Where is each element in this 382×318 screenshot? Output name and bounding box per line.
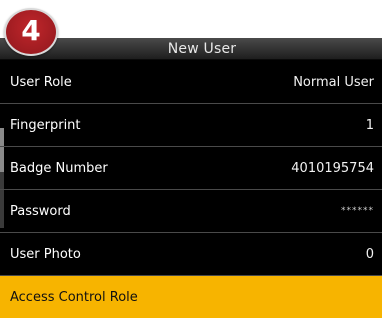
password-mask: ****** [341, 206, 374, 216]
step-number-badge: 4 [4, 8, 58, 56]
menu-item-label: Fingerprint [10, 117, 81, 133]
title-bar: New User [0, 38, 382, 60]
menu-item-value: 4010195754 [291, 160, 374, 176]
menu-item-value: 1 [365, 117, 374, 133]
menu-item-label: Badge Number [10, 160, 108, 176]
device-screen: New User User Role Normal User Fingerpri… [0, 38, 382, 318]
menu-item-badge-number[interactable]: Badge Number 4010195754 [0, 147, 382, 190]
menu-item-fingerprint[interactable]: Fingerprint 1 [0, 104, 382, 147]
menu-item-value: Normal User [293, 74, 374, 90]
menu-item-label: User Role [10, 74, 72, 90]
menu-item-user-photo[interactable]: User Photo 0 [0, 233, 382, 276]
window-title: New User [167, 40, 237, 57]
menu-item-access-control-role[interactable]: Access Control Role [0, 276, 382, 318]
menu-item-label: Password [10, 203, 71, 219]
step-number: 4 [21, 14, 41, 47]
menu-item-value: 0 [365, 246, 374, 262]
menu-item-user-role[interactable]: User Role Normal User [0, 61, 382, 104]
menu-list: User Role Normal User Fingerprint 1 Badg… [0, 61, 382, 318]
menu-item-label: User Photo [10, 246, 81, 262]
menu-item-password[interactable]: Password ****** [0, 190, 382, 233]
menu-item-label: Access Control Role [10, 290, 138, 305]
